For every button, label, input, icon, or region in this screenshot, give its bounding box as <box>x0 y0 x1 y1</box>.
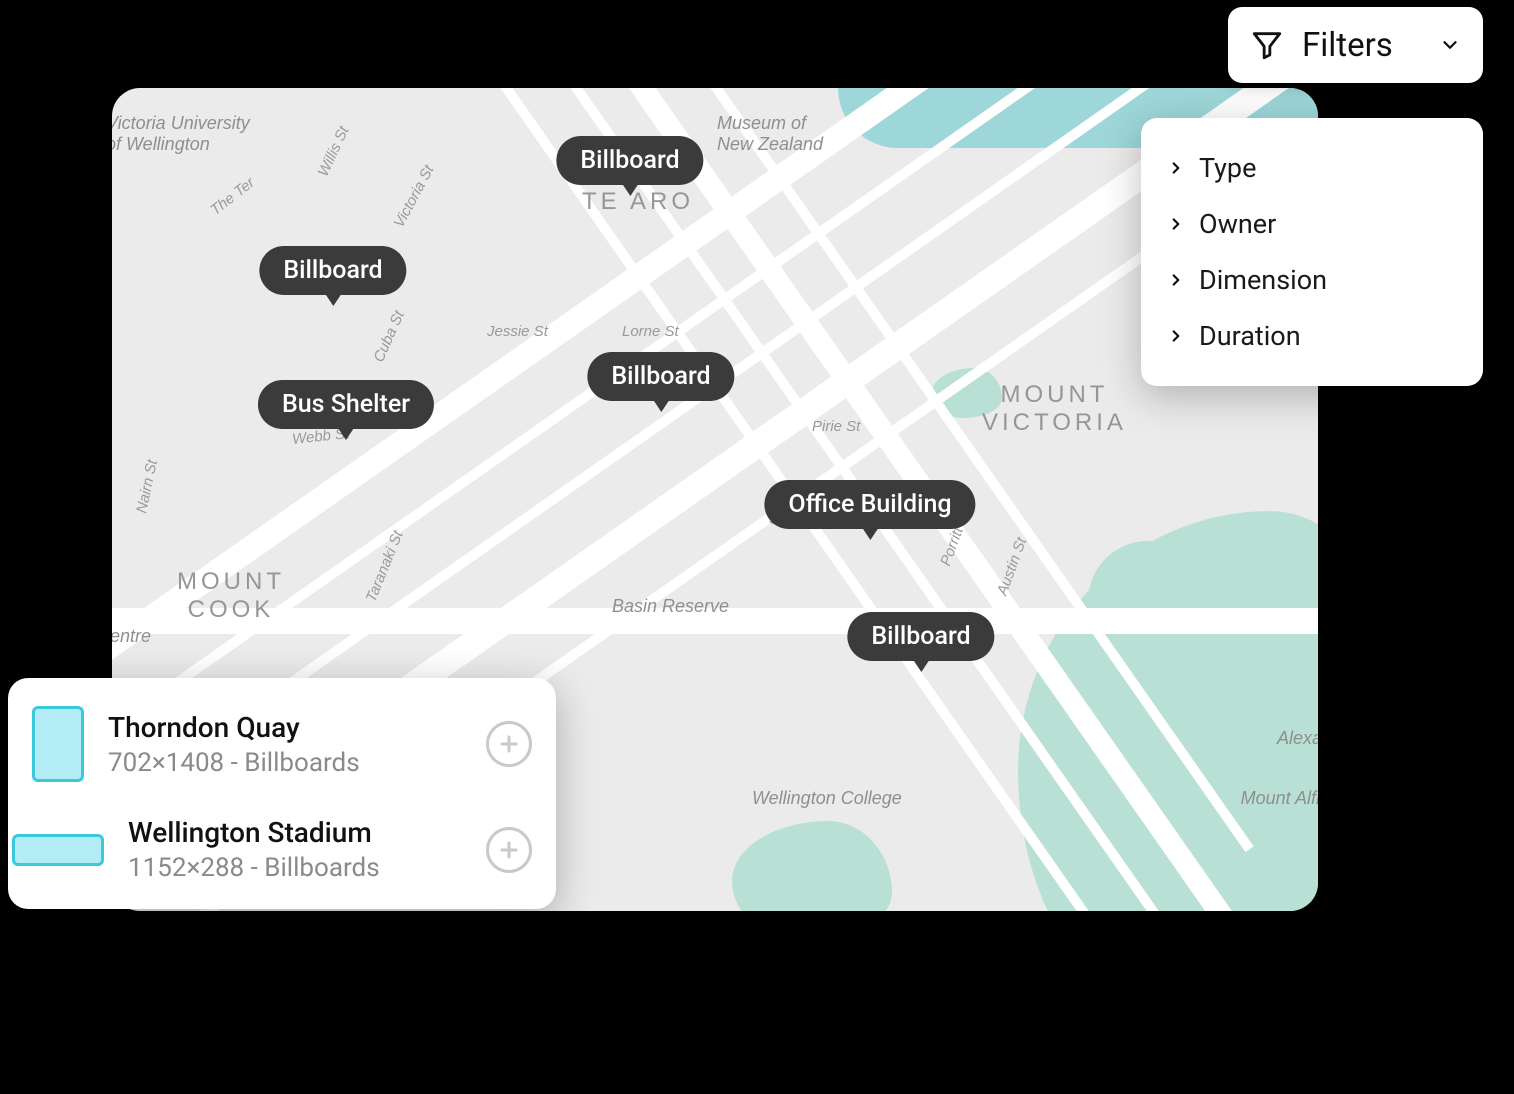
map-street-label: Austin St <box>994 535 1031 597</box>
map-poi-label: Alexa <box>1277 728 1318 749</box>
result-title: Wellington Stadium <box>128 816 462 849</box>
result-item[interactable]: Thorndon Quay 702×1408 - Billboards <box>32 706 532 782</box>
add-button[interactable] <box>486 827 532 873</box>
map-area-label: MOUNT VICTORIA <box>982 381 1127 437</box>
map-poi-label: Victoria University of Wellington <box>112 113 250 155</box>
filters-button-label: Filters <box>1302 26 1421 65</box>
chevron-down-icon <box>1439 34 1461 56</box>
filter-option-dimension[interactable]: Dimension <box>1167 252 1457 308</box>
filter-option-label: Duration <box>1199 320 1301 352</box>
map-pin-billboard[interactable]: Billboard <box>587 352 734 401</box>
map-street-label: Pirie St <box>812 418 860 435</box>
map-street-label: Cuba St <box>370 308 408 364</box>
add-button[interactable] <box>486 721 532 767</box>
map-poi-label: Wellington College <box>752 788 902 809</box>
filters-panel: Type Owner Dimension Duration <box>1141 118 1483 386</box>
map-poi-label: Mount Alfr <box>1241 788 1318 809</box>
filter-option-owner[interactable]: Owner <box>1167 196 1457 252</box>
map-poi-label: entre <box>112 626 151 647</box>
result-item[interactable]: Wellington Stadium 1152×288 - Billboards <box>32 816 532 883</box>
chevron-right-icon <box>1167 271 1185 289</box>
map-poi-label: Basin Reserve <box>612 596 729 617</box>
filter-option-type[interactable]: Type <box>1167 140 1457 196</box>
map-pin-office-building[interactable]: Office Building <box>764 480 975 529</box>
map-pin-bus-shelter[interactable]: Bus Shelter <box>258 380 434 429</box>
result-title: Thorndon Quay <box>108 711 462 744</box>
filter-option-label: Type <box>1199 152 1256 184</box>
chevron-right-icon <box>1167 159 1185 177</box>
map-street-label: Jessie St <box>487 323 548 340</box>
chevron-right-icon <box>1167 327 1185 345</box>
map-area-label: TE ARO <box>582 188 694 216</box>
map-park <box>732 821 892 911</box>
result-subtitle: 1152×288 - Billboards <box>128 853 462 883</box>
map-pin-billboard[interactable]: Billboard <box>259 246 406 295</box>
map-pin-billboard[interactable]: Billboard <box>556 136 703 185</box>
filters-button[interactable]: Filters <box>1228 7 1483 83</box>
map-pin-billboard[interactable]: Billboard <box>847 612 994 661</box>
map-street-label: The Ter <box>207 174 258 219</box>
filter-option-duration[interactable]: Duration <box>1167 308 1457 364</box>
plus-icon <box>497 732 521 756</box>
result-subtitle: 702×1408 - Billboards <box>108 748 462 778</box>
map-street-label: Victoria St <box>391 162 438 230</box>
filter-option-label: Dimension <box>1199 264 1327 296</box>
map-street-label: Willis St <box>315 124 353 179</box>
filter-icon <box>1250 28 1284 62</box>
chevron-right-icon <box>1167 215 1185 233</box>
results-card: Thorndon Quay 702×1408 - Billboards Well… <box>8 678 556 909</box>
plus-icon <box>497 838 521 862</box>
result-swatch <box>32 706 84 782</box>
result-swatch <box>12 834 104 866</box>
map-poi-label: Museum of New Zealand <box>717 113 823 155</box>
map-street-label: Nairn St <box>133 458 161 515</box>
map-street-label: Lorne St <box>622 323 679 340</box>
filter-option-label: Owner <box>1199 208 1276 240</box>
map-area-label: MOUNT COOK <box>177 568 285 624</box>
